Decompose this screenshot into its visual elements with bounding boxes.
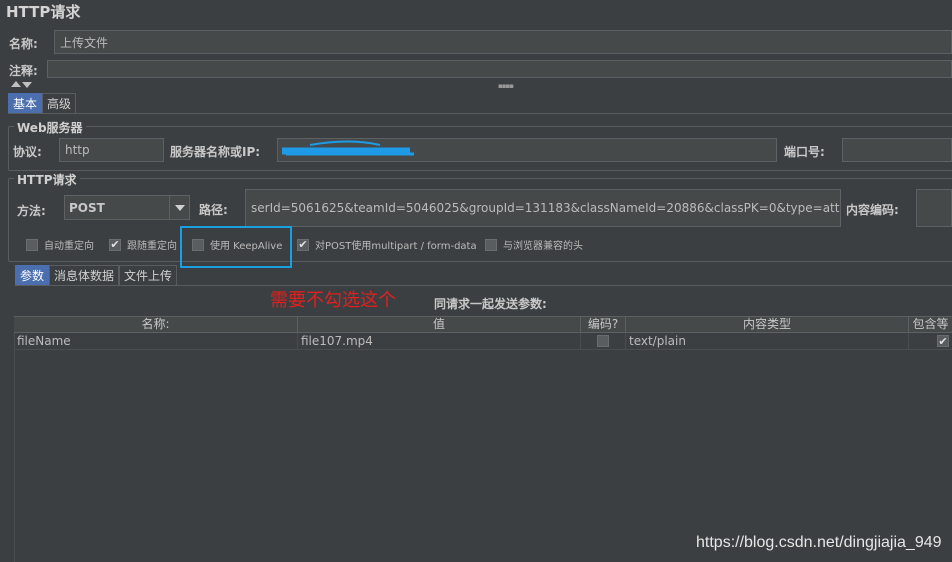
web-server-title: Web服务器 <box>14 119 86 136</box>
cell-name[interactable]: fileName <box>14 333 298 349</box>
method-select[interactable]: POST <box>64 195 190 220</box>
cell-encode[interactable] <box>581 333 626 349</box>
option-multipart-label: 对POST使用multipart / form-data <box>315 241 477 252</box>
splitter-bar[interactable]: ▪▪▪▪ <box>0 80 952 90</box>
method-value: POST <box>69 200 105 215</box>
checkbox-encode[interactable] <box>597 335 609 347</box>
sub-tab-divider <box>15 285 952 286</box>
comment-label: 注释: <box>9 64 38 78</box>
col-header-include-equals[interactable]: 包含等 <box>909 317 952 332</box>
table-row[interactable]: fileName file107.mp4 text/plain ✔ <box>14 333 952 350</box>
name-label: 名称: <box>9 37 38 51</box>
params-table: 名称: 值 编码? 内容类型 包含等 fileName file107.mp4 … <box>14 316 952 350</box>
name-input-value: 上传文件 <box>60 35 109 50</box>
cell-value[interactable]: file107.mp4 <box>298 333 581 349</box>
params-caption: 同请求一起发送参数: <box>434 297 547 311</box>
protocol-label: 协议: <box>13 145 42 159</box>
option-auto-redirect[interactable]: 自动重定向 <box>26 237 94 252</box>
protocol-input[interactable]: http <box>59 138 164 162</box>
checkbox-follow-redirect[interactable]: ✔ <box>109 238 121 251</box>
collapse-up-icon[interactable] <box>11 81 21 87</box>
encoding-label: 内容编码: <box>846 203 899 217</box>
name-input[interactable]: 上传文件 <box>54 30 952 54</box>
chevron-down-icon[interactable] <box>169 196 189 219</box>
grip-icon[interactable]: ▪▪▪▪ <box>498 82 514 90</box>
option-multipart[interactable]: ✔ 对POST使用multipart / form-data <box>297 237 477 252</box>
option-follow-redirect-label: 跟随重定向 <box>127 241 177 252</box>
redaction-scribble <box>282 140 414 156</box>
server-input[interactable] <box>277 138 777 162</box>
annotation-text: 需要不勾选这个 <box>270 290 396 311</box>
cell-include-equals[interactable]: ✔ <box>909 333 952 349</box>
encoding-input[interactable] <box>916 189 952 227</box>
checkbox-browser-headers[interactable] <box>485 238 497 251</box>
params-table-header: 名称: 值 编码? 内容类型 包含等 <box>14 316 952 333</box>
main-tab-bar: 基本 高级 <box>8 93 77 113</box>
checkbox-multipart[interactable]: ✔ <box>297 238 309 251</box>
http-request-title: HTTP请求 <box>14 171 80 188</box>
port-input[interactable] <box>842 138 952 162</box>
checkbox-auto-redirect[interactable] <box>26 238 38 251</box>
col-header-content-type[interactable]: 内容类型 <box>626 317 909 332</box>
path-input[interactable]: serId=5061625&teamId=5046025&groupId=131… <box>245 189 841 227</box>
tab-file-upload[interactable]: 文件上传 <box>119 265 178 285</box>
port-label: 端口号: <box>784 145 825 159</box>
option-follow-redirect[interactable]: ✔ 跟随重定向 <box>109 237 177 252</box>
option-browser-headers-label: 与浏览器兼容的头 <box>503 241 583 252</box>
tab-body-data[interactable]: 消息体数据 <box>49 265 120 285</box>
table-left-border <box>14 333 15 562</box>
method-label: 方法: <box>17 204 46 218</box>
path-value: serId=5061625&teamId=5046025&groupId=131… <box>251 201 841 215</box>
main-tab-divider <box>8 113 952 114</box>
expand-down-icon[interactable] <box>22 82 32 88</box>
sub-tab-bar: 参数 消息体数据 文件上传 <box>15 265 178 285</box>
cell-content-type[interactable]: text/plain <box>626 333 909 349</box>
checkbox-include-equals[interactable]: ✔ <box>937 335 949 347</box>
option-auto-redirect-label: 自动重定向 <box>44 241 94 252</box>
tab-basic[interactable]: 基本 <box>8 93 43 113</box>
watermark-text: https://blog.csdn.net/dingjiajia_949 <box>696 534 942 551</box>
path-label: 路径: <box>199 203 228 217</box>
tab-parameters[interactable]: 参数 <box>15 265 50 285</box>
protocol-value: http <box>65 143 90 157</box>
tab-advanced[interactable]: 高级 <box>42 93 77 113</box>
comment-input[interactable] <box>47 60 952 78</box>
server-label: 服务器名称或IP: <box>170 145 261 159</box>
window-title: HTTP请求 <box>6 3 81 21</box>
col-header-encode[interactable]: 编码? <box>581 317 626 332</box>
keepalive-highlight-box <box>180 226 292 268</box>
col-header-name[interactable]: 名称: <box>14 317 298 332</box>
col-header-value[interactable]: 值 <box>298 317 581 332</box>
option-browser-headers[interactable]: 与浏览器兼容的头 <box>485 237 583 252</box>
